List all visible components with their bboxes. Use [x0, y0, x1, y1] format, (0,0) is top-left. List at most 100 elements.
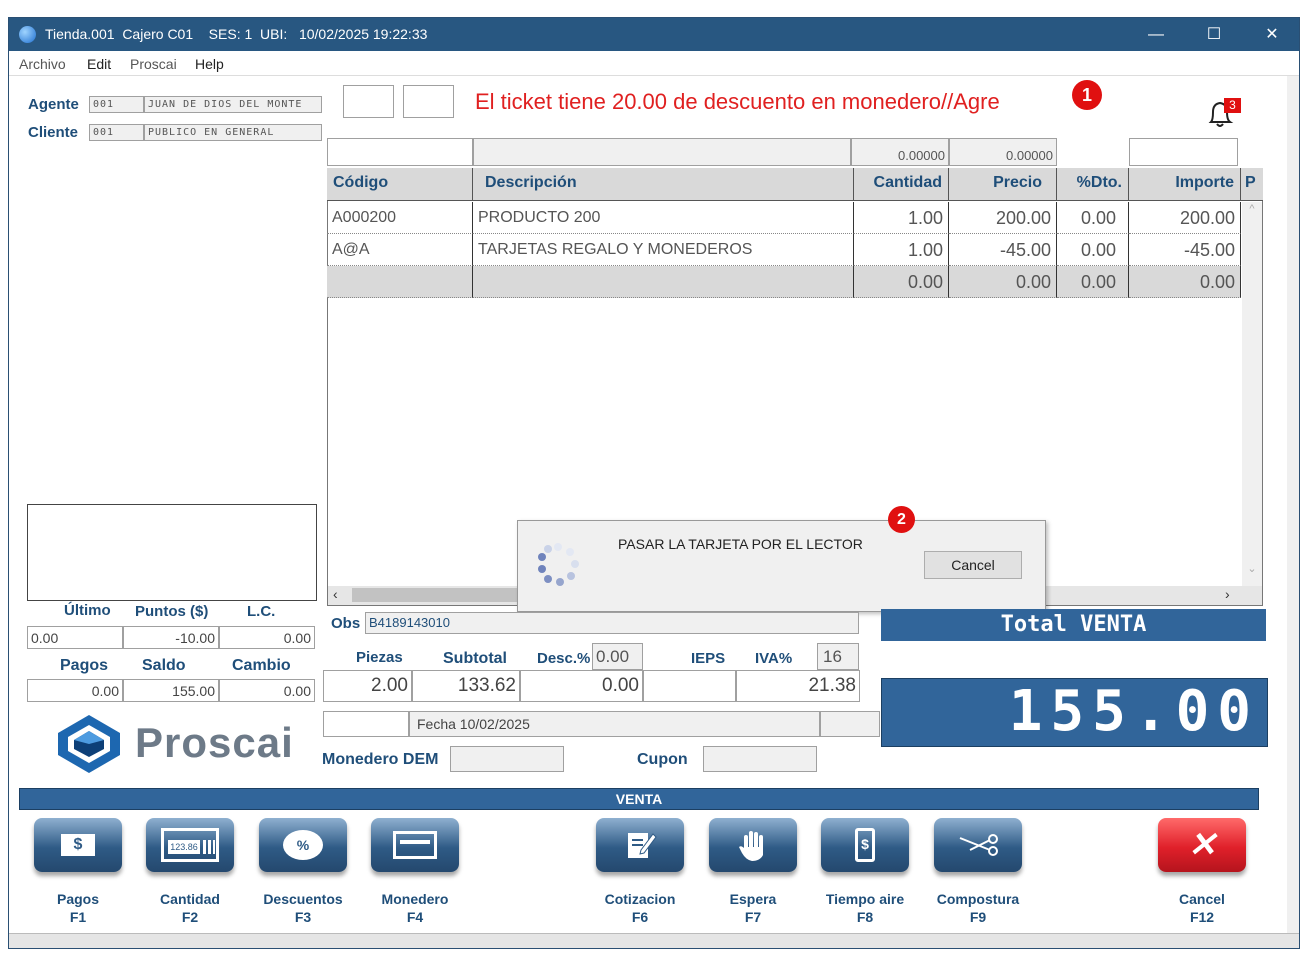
cantidad-button[interactable]: 123.86 [146, 818, 234, 872]
notification-count-badge: 3 [1224, 98, 1241, 113]
iva-pct-field[interactable]: 16 [817, 643, 859, 670]
table-row-3-dto[interactable]: 0.00 [1057, 266, 1129, 298]
pagos-button[interactable]: $ [34, 818, 122, 872]
espera-button[interactable] [709, 818, 797, 872]
client-name-field[interactable]: PUBLICO EN GENERAL [144, 124, 322, 141]
puntos-value: -10.00 [123, 626, 219, 649]
table-row-2-precio[interactable]: -45.00 [949, 234, 1057, 266]
col-header-cantidad[interactable]: Cantidad [854, 168, 949, 201]
saldo-value: 155.00 [123, 679, 219, 702]
table-row-3-precio[interactable]: 0.00 [949, 266, 1057, 298]
cotizacion-button[interactable] [596, 818, 684, 872]
cancel-button-label[interactable]: Cancel F12 [1132, 890, 1272, 926]
top-value-a: 0.00000 [851, 138, 949, 166]
col-header-p[interactable]: P [1241, 168, 1263, 201]
top-box-1[interactable] [343, 85, 394, 118]
table-row-1-codigo[interactable]: A000200 [327, 202, 473, 234]
table-row-1-dto[interactable]: 0.00 [1057, 202, 1129, 234]
col-header-precio[interactable]: Precio [949, 168, 1057, 201]
piezas-label: Piezas [356, 649, 403, 666]
ultimo-value: 0.00 [27, 626, 123, 649]
maximize-button[interactable]: ☐ [1189, 18, 1239, 51]
table-row-2-cantidad[interactable]: 1.00 [854, 234, 949, 266]
table-row-1-descripcion[interactable]: PRODUCTO 200 [473, 202, 854, 234]
top-field-right[interactable] [1129, 138, 1238, 166]
dialog-cancel-button[interactable]: Cancel [924, 551, 1022, 579]
horizontal-scroll-thumb[interactable] [352, 588, 542, 602]
table-row-1-cantidad[interactable]: 1.00 [854, 202, 949, 234]
col-header-importe[interactable]: Importe [1129, 168, 1241, 201]
table-row-1-importe[interactable]: 200.00 [1129, 202, 1241, 234]
menu-edit[interactable]: Edit [87, 56, 111, 72]
client-code-field[interactable]: 001 [89, 124, 144, 141]
scroll-right-icon[interactable]: › [1225, 586, 1230, 602]
app-window: Tienda.001 Cajero C01 SES: 1 UBI: 10/02/… [8, 17, 1300, 949]
table-row-3-cantidad[interactable]: 0.00 [854, 266, 949, 298]
close-button[interactable]: ✕ [1247, 18, 1297, 51]
ieps-value [643, 670, 736, 702]
menu-help[interactable]: Help [195, 56, 224, 72]
obs-label: Obs [331, 615, 361, 632]
monedero-button[interactable] [371, 818, 459, 872]
compostura-button-label[interactable]: Compostura F9 [908, 890, 1048, 926]
minimize-button[interactable]: — [1131, 18, 1181, 51]
table-row-3-descripcion[interactable] [473, 266, 854, 298]
col-header-codigo[interactable]: Código [327, 168, 473, 201]
iva-value: 21.38 [736, 670, 860, 702]
subtotal-value: 133.62 [412, 670, 520, 702]
table-row-3-importe[interactable]: 0.00 [1129, 266, 1241, 298]
table-row-3-codigo[interactable] [327, 266, 473, 298]
compostura-button[interactable] [934, 818, 1022, 872]
proscai-logo-icon [54, 713, 124, 775]
lc-label: L.C. [247, 603, 276, 620]
top-value-b: 0.00000 [949, 138, 1057, 166]
table-row-1-precio[interactable]: 200.00 [949, 202, 1057, 234]
tiempo-aire-button[interactable]: $ [821, 818, 909, 872]
desc-pct-field[interactable]: 0.00 [592, 643, 643, 670]
cancel-button[interactable]: ✕ [1158, 818, 1246, 872]
menu-archivo[interactable]: Archivo [19, 56, 66, 72]
monedero-button-label[interactable]: Monedero F4 [345, 890, 485, 926]
table-row-2-codigo[interactable]: A@A [327, 234, 473, 266]
status-strip [9, 933, 1299, 948]
desc-label: Desc.% [537, 650, 591, 667]
agent-name-field[interactable]: JUAN DE DIOS DEL MONTE [144, 96, 322, 113]
venta-section-bar: VENTA [19, 788, 1259, 810]
table-row-2-importe[interactable]: -45.00 [1129, 234, 1241, 266]
fecha-field: Fecha 10/02/2025 [409, 711, 820, 737]
cupon-label: Cupon [637, 751, 688, 768]
total-venta-label: Total VENTA [881, 609, 1266, 641]
scroll-up-icon[interactable]: ^ [1242, 203, 1262, 215]
menu-proscai[interactable]: Proscai [130, 56, 177, 72]
main-content: Agente 001 JUAN DE DIOS DEL MONTE Client… [9, 76, 1287, 933]
subtotal-label: Subtotal [443, 650, 507, 667]
step-badge-1: 1 [1072, 80, 1102, 110]
cambio-value: 0.00 [219, 679, 315, 702]
close-x-icon: ✕ [1187, 826, 1217, 864]
percent-badge-icon: % [259, 818, 347, 872]
descuentos-button[interactable]: % [259, 818, 347, 872]
monedero-dem-field[interactable] [450, 746, 564, 772]
scroll-down-icon[interactable]: ⌄ [1242, 562, 1262, 575]
pagos-value: 0.00 [27, 679, 123, 702]
vertical-scrollbar[interactable] [1242, 202, 1262, 587]
col-header-dto[interactable]: %Dto. [1057, 168, 1129, 201]
agent-label: Agente [28, 96, 79, 113]
step-badge-2: 2 [888, 506, 915, 533]
title-bar: Tienda.001 Cajero C01 SES: 1 UBI: 10/02/… [9, 18, 1299, 51]
desc-value: 0.00 [520, 670, 643, 702]
agent-code-field[interactable]: 001 [89, 96, 144, 113]
cupon-field[interactable] [703, 746, 817, 772]
top-field-left[interactable] [327, 138, 473, 166]
table-row-2-dto[interactable]: 0.00 [1057, 234, 1129, 266]
cambio-label: Cambio [232, 657, 291, 674]
table-row-2-descripcion[interactable]: TARJETAS REGALO Y MONEDEROS [473, 234, 854, 266]
obs-field[interactable]: B4189143010 [365, 612, 859, 634]
cash-icon: $ [34, 818, 122, 872]
phone-dollar-icon: $ [821, 818, 909, 872]
scroll-left-icon[interactable]: ‹ [333, 586, 338, 602]
notification-bell-icon[interactable]: 3 [1205, 98, 1241, 132]
top-box-2[interactable] [403, 85, 454, 118]
col-header-descripcion[interactable]: Descripción [473, 168, 854, 201]
pagos-label: Pagos [60, 657, 109, 674]
